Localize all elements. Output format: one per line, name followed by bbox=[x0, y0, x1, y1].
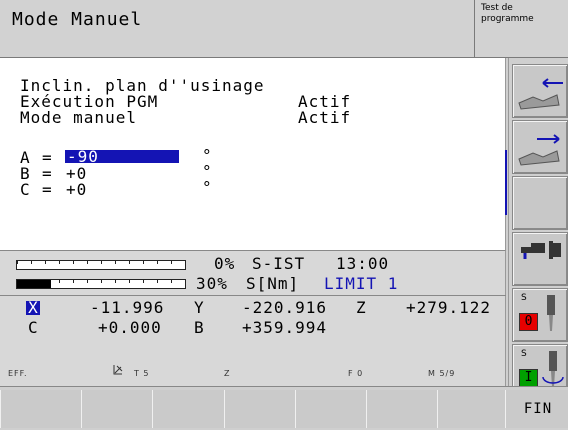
softkey-tool-retract[interactable] bbox=[512, 64, 568, 118]
axis-c-pos-value: +0.000 bbox=[98, 318, 162, 337]
axis-x-label: X bbox=[26, 300, 40, 316]
spindle-speed-bar bbox=[16, 260, 186, 270]
mode-title: Mode Manuel bbox=[12, 9, 143, 30]
axis-c-unit: ° bbox=[202, 178, 213, 197]
axis-c-equals: = bbox=[42, 180, 53, 199]
tool-axis: Z bbox=[224, 369, 231, 378]
axis-x-value: -11.996 bbox=[90, 298, 165, 317]
softkey-7[interactable] bbox=[437, 390, 507, 428]
status-panel: 0% S-IST 13:00 30% S[Nm] LIMIT 1 X -11.9… bbox=[0, 250, 506, 388]
axis-y-label: Y bbox=[194, 298, 205, 317]
axis-a-value-input[interactable]: -90 bbox=[65, 149, 179, 165]
secondary-mode-line-1: Test de bbox=[481, 3, 513, 13]
speed-percent: 0% bbox=[214, 254, 236, 273]
tool-number: T 5 bbox=[134, 369, 150, 378]
softkey-1[interactable] bbox=[0, 390, 83, 428]
softkey-coolant[interactable] bbox=[512, 232, 568, 286]
softkey-spindle-off[interactable]: S 0 bbox=[512, 288, 568, 342]
softkey-3[interactable] bbox=[152, 390, 226, 428]
axis-y-value: -220.916 bbox=[242, 298, 328, 317]
fin-label: FIN bbox=[523, 401, 553, 417]
secondary-mode-line-2: programme bbox=[481, 14, 534, 24]
m-function: M 5/9 bbox=[428, 369, 456, 378]
speed-time: 13:00 bbox=[336, 254, 390, 273]
horizontal-softkey-bar: FIN bbox=[0, 386, 568, 430]
torque-percent: 30% bbox=[196, 274, 228, 293]
tool-retract-left-icon bbox=[518, 78, 563, 110]
tool-advance-right-icon bbox=[518, 134, 560, 166]
softkey-5[interactable] bbox=[295, 390, 368, 428]
axis-b-pos-value: +359.994 bbox=[242, 318, 328, 337]
fin-softkey[interactable]: FIN bbox=[505, 390, 568, 428]
axis-z-value: +279.122 bbox=[406, 298, 492, 317]
softkey-2[interactable] bbox=[81, 390, 154, 428]
axis-c-pos-label: C bbox=[28, 318, 39, 337]
scroll-indicator[interactable] bbox=[505, 150, 507, 215]
vertical-softkey-bar: S 0 S I bbox=[508, 58, 568, 398]
spindle-icon bbox=[547, 295, 555, 331]
secondary-mode-box[interactable]: Test de programme bbox=[474, 0, 568, 58]
softkey-empty[interactable] bbox=[512, 176, 568, 230]
manual-mode-value[interactable]: Actif bbox=[298, 110, 351, 126]
feed-value: F 0 bbox=[348, 369, 364, 378]
axis-c-label: C bbox=[20, 180, 31, 199]
torque-label: S[Nm] bbox=[246, 274, 300, 293]
softkey-tool-advance[interactable] bbox=[512, 120, 568, 174]
softkey-6[interactable] bbox=[366, 390, 439, 428]
spindle-torque-bar-fill bbox=[17, 280, 51, 288]
spindle-torque-bar bbox=[16, 279, 186, 289]
axis-b-pos-label: B bbox=[194, 318, 205, 337]
spindle-on-s-label: S bbox=[521, 349, 527, 359]
coolant-tap-icon bbox=[521, 241, 561, 259]
spindle-on-icon: I bbox=[519, 369, 538, 387]
manual-mode-label: Mode manuel bbox=[20, 108, 137, 127]
speed-label: S-IST bbox=[252, 254, 306, 273]
softkey-4[interactable] bbox=[224, 390, 297, 428]
axis-z-label: Z bbox=[356, 298, 367, 317]
spindle-off-s-label: S bbox=[521, 293, 527, 303]
header-bar: Mode Manuel Test de programme bbox=[0, 0, 568, 58]
axis-c-value[interactable]: +0 bbox=[66, 182, 87, 198]
torque-limit: LIMIT 1 bbox=[324, 274, 399, 293]
eff-label: EFF. bbox=[8, 369, 28, 378]
tool-icon bbox=[113, 365, 123, 375]
spindle-off-icon: 0 bbox=[519, 313, 538, 331]
